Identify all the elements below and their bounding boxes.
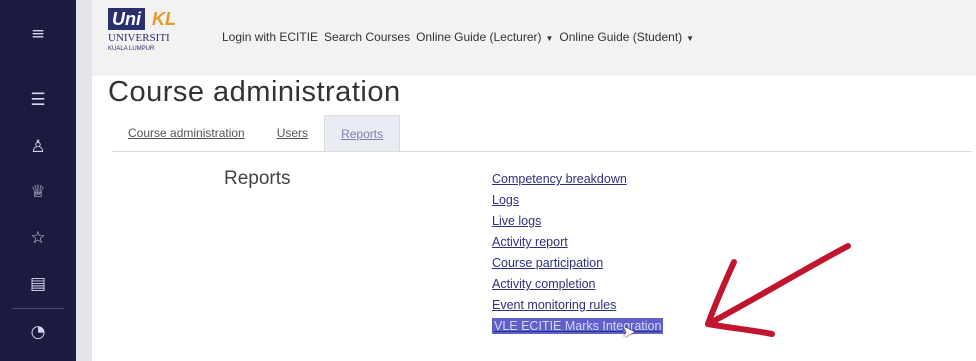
users-icon[interactable]: ♙ — [26, 135, 50, 159]
search-courses-link[interactable]: Search Courses — [324, 30, 410, 44]
tab-users[interactable]: Users — [261, 115, 324, 151]
badge-icon[interactable]: ♕ — [26, 180, 50, 204]
reports-heading: Reports — [224, 168, 291, 189]
sidebar-edge — [76, 0, 92, 361]
report-link-logs[interactable]: Logs — [492, 190, 663, 211]
menu-icon[interactable]: ≡ — [26, 22, 50, 46]
dashboard-icon[interactable]: ◔ — [26, 320, 50, 344]
logo-uni-text: Uni — [108, 8, 145, 30]
top-navbar: Uni KL UNIVERSITI KUALA LUMPUR Login wit… — [92, 0, 976, 76]
sidebar-divider — [12, 308, 64, 309]
list-icon[interactable]: ☰ — [26, 88, 50, 112]
online-guide-student-menu[interactable]: Online Guide (Student) ▼ — [559, 30, 694, 44]
sidebar: ≡ ☰ ♙ ♕ ☆ ▤ ◔ — [0, 0, 76, 361]
caret-down-icon: ▼ — [686, 34, 695, 43]
tab-reports[interactable]: Reports — [324, 115, 401, 151]
page: ≡ ☰ ♙ ♕ ☆ ▤ ◔ Uni KL UNIVERSITI KUALA LU… — [0, 0, 976, 361]
star-icon[interactable]: ☆ — [26, 226, 50, 250]
report-link-vle-ecitie-marks-integration[interactable]: VLE ECITIE Marks Integration — [492, 316, 664, 337]
reports-list: Competency breakdown Logs Live logs Acti… — [492, 169, 664, 337]
online-guide-lecturer-label: Online Guide (Lecturer) — [416, 30, 542, 44]
report-link-label: VLE ECITIE Marks Integration — [492, 318, 664, 334]
online-guide-student-label: Online Guide (Student) — [559, 30, 683, 44]
online-guide-lecturer-menu[interactable]: Online Guide (Lecturer) ▼ — [416, 30, 553, 44]
report-link-event-monitoring-rules[interactable]: Event monitoring rules — [492, 295, 663, 316]
report-link-course-participation[interactable]: Course participation — [492, 253, 663, 274]
login-ecitie-link[interactable]: Login with ECITIE — [222, 30, 318, 44]
nav-links: Login with ECITIE Search Courses Online … — [222, 30, 694, 44]
tab-bar: Course administration Users Reports — [112, 115, 972, 152]
report-link-competency-breakdown[interactable]: Competency breakdown — [492, 169, 663, 190]
tab-course-administration[interactable]: Course administration — [112, 115, 261, 151]
report-link-live-logs[interactable]: Live logs — [492, 211, 663, 232]
logo-kuala-lumpur-text: KUALA LUMPUR — [108, 46, 155, 52]
logo-universiti-text: UNIVERSITI — [108, 32, 170, 44]
logo-kl-text: KL — [152, 9, 176, 29]
mouse-cursor-icon: ➤ — [622, 324, 636, 341]
unikl-logo[interactable]: Uni KL UNIVERSITI KUALA LUMPUR — [108, 8, 198, 62]
report-link-activity-report[interactable]: Activity report — [492, 232, 663, 253]
book-icon[interactable]: ▤ — [26, 272, 50, 296]
red-arrow-annotation — [705, 243, 851, 337]
report-link-activity-completion[interactable]: Activity completion — [492, 274, 663, 295]
caret-down-icon: ▼ — [545, 34, 554, 43]
page-title: Course administration — [108, 76, 401, 108]
